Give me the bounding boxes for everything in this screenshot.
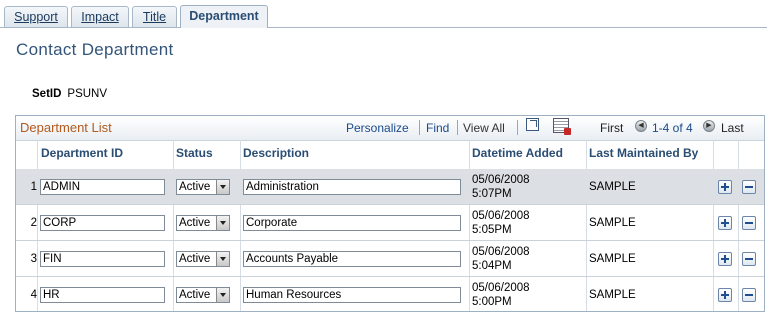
delete-row-button[interactable] [742, 288, 756, 302]
department-list-grid: Department List Personalize Find View Al… [15, 115, 765, 312]
table-row: 3 FIN Active Accounts Payable 05/06/2008… [16, 241, 764, 277]
status-select[interactable]: Active [176, 215, 230, 231]
time-added: 5:00PM [472, 296, 512, 308]
setid-field: SetID PSUNV [32, 88, 107, 100]
add-row-button[interactable] [718, 288, 732, 302]
row-number: 3 [30, 253, 37, 265]
date-added: 05/06/2008 [472, 246, 530, 258]
setid-value: PSUNV [67, 88, 108, 100]
description-input[interactable]: Corporate [243, 215, 461, 231]
nav-separator [517, 120, 518, 135]
tab-underline [0, 27, 767, 28]
delete-row-button[interactable] [742, 216, 756, 230]
tab-bar: Support Impact Title Department [0, 0, 772, 28]
department-id-input[interactable]: FIN [40, 251, 165, 267]
department-id-input[interactable]: HR [40, 287, 165, 303]
table-row: 2 CORP Active Corporate 05/06/2008 5:05PM… [16, 205, 764, 241]
last-maintained-by: SAMPLE [589, 217, 636, 229]
delete-row-button[interactable] [742, 180, 756, 194]
first-label: First [600, 121, 624, 135]
grid-header-bar: Department List Personalize Find View Al… [16, 116, 764, 141]
time-added: 5:07PM [472, 188, 512, 200]
table-row: 1 ADMIN Active Administration 05/06/2008… [16, 169, 764, 205]
date-added: 05/06/2008 [472, 210, 530, 222]
status-select-value: Active [179, 253, 211, 265]
last-maintained-by: SAMPLE [589, 253, 636, 265]
chevron-down-icon [216, 180, 229, 194]
download-to-excel-icon[interactable] [553, 118, 571, 135]
status-select-value: Active [179, 289, 211, 301]
datetime-added: 05/06/2008 5:00PM [472, 281, 530, 309]
department-id-input[interactable]: CORP [40, 215, 165, 231]
row-number: 4 [30, 289, 37, 301]
add-row-button[interactable] [718, 252, 732, 266]
tab-support[interactable]: Support [4, 6, 68, 27]
time-added: 5:05PM [472, 224, 512, 236]
column-header-status[interactable]: Status [176, 146, 213, 160]
next-arrow-icon[interactable]: ▶ [703, 120, 715, 132]
row-range: 1-4 of 4 [652, 121, 693, 135]
add-row-button[interactable] [718, 180, 732, 194]
tab-title[interactable]: Title [132, 6, 177, 27]
grid-title: Department List [20, 120, 112, 135]
date-added: 05/06/2008 [472, 282, 530, 294]
tab-impact-label: Impact [81, 10, 119, 24]
previous-arrow-icon[interactable]: ◀ [635, 120, 647, 132]
date-added: 05/06/2008 [472, 174, 530, 186]
personalize-link[interactable]: Personalize [346, 121, 409, 135]
chevron-down-icon [216, 216, 229, 230]
nav-separator [419, 120, 420, 135]
department-id-input[interactable]: ADMIN [40, 179, 165, 195]
last-maintained-by: SAMPLE [589, 289, 636, 301]
last-maintained-by: SAMPLE [589, 181, 636, 193]
column-header-datetime-added[interactable]: Datetime Added [472, 146, 563, 160]
nav-separator [457, 120, 458, 135]
tab-department-label: Department [189, 9, 259, 23]
datetime-added: 05/06/2008 5:07PM [472, 173, 530, 201]
chevron-down-icon [216, 288, 229, 302]
tab-department[interactable]: Department [180, 5, 268, 28]
column-header-department-id[interactable]: Department ID [41, 146, 123, 160]
column-header-last-maintained-by[interactable]: Last Maintained By [589, 146, 698, 160]
description-input[interactable]: Accounts Payable [243, 251, 461, 267]
status-select-value: Active [179, 181, 211, 193]
row-number: 1 [30, 181, 37, 193]
status-select[interactable]: Active [176, 251, 230, 267]
description-input[interactable]: Administration [243, 179, 461, 195]
datetime-added: 05/06/2008 5:05PM [472, 209, 530, 237]
zoom-grid-icon[interactable] [526, 118, 539, 131]
chevron-down-icon [216, 252, 229, 266]
tab-impact[interactable]: Impact [71, 6, 129, 27]
view-all-link[interactable]: View All [463, 121, 505, 135]
status-select[interactable]: Active [176, 287, 230, 303]
add-row-button[interactable] [718, 216, 732, 230]
page-title: Contact Department [16, 40, 174, 59]
table-row: 4 HR Active Human Resources 05/06/2008 5:… [16, 277, 764, 313]
tab-title-label: Title [142, 10, 167, 24]
datetime-added: 05/06/2008 5:04PM [472, 245, 530, 273]
description-input[interactable]: Human Resources [243, 287, 461, 303]
status-select-value: Active [179, 217, 211, 229]
last-label: Last [721, 121, 744, 135]
time-added: 5:04PM [472, 260, 512, 272]
status-select[interactable]: Active [176, 179, 230, 195]
tab-support-label: Support [14, 10, 58, 24]
row-number: 2 [30, 217, 37, 229]
column-header-description[interactable]: Description [243, 146, 309, 160]
find-link[interactable]: Find [426, 121, 449, 135]
delete-row-button[interactable] [742, 252, 756, 266]
setid-label: SetID [32, 88, 62, 100]
